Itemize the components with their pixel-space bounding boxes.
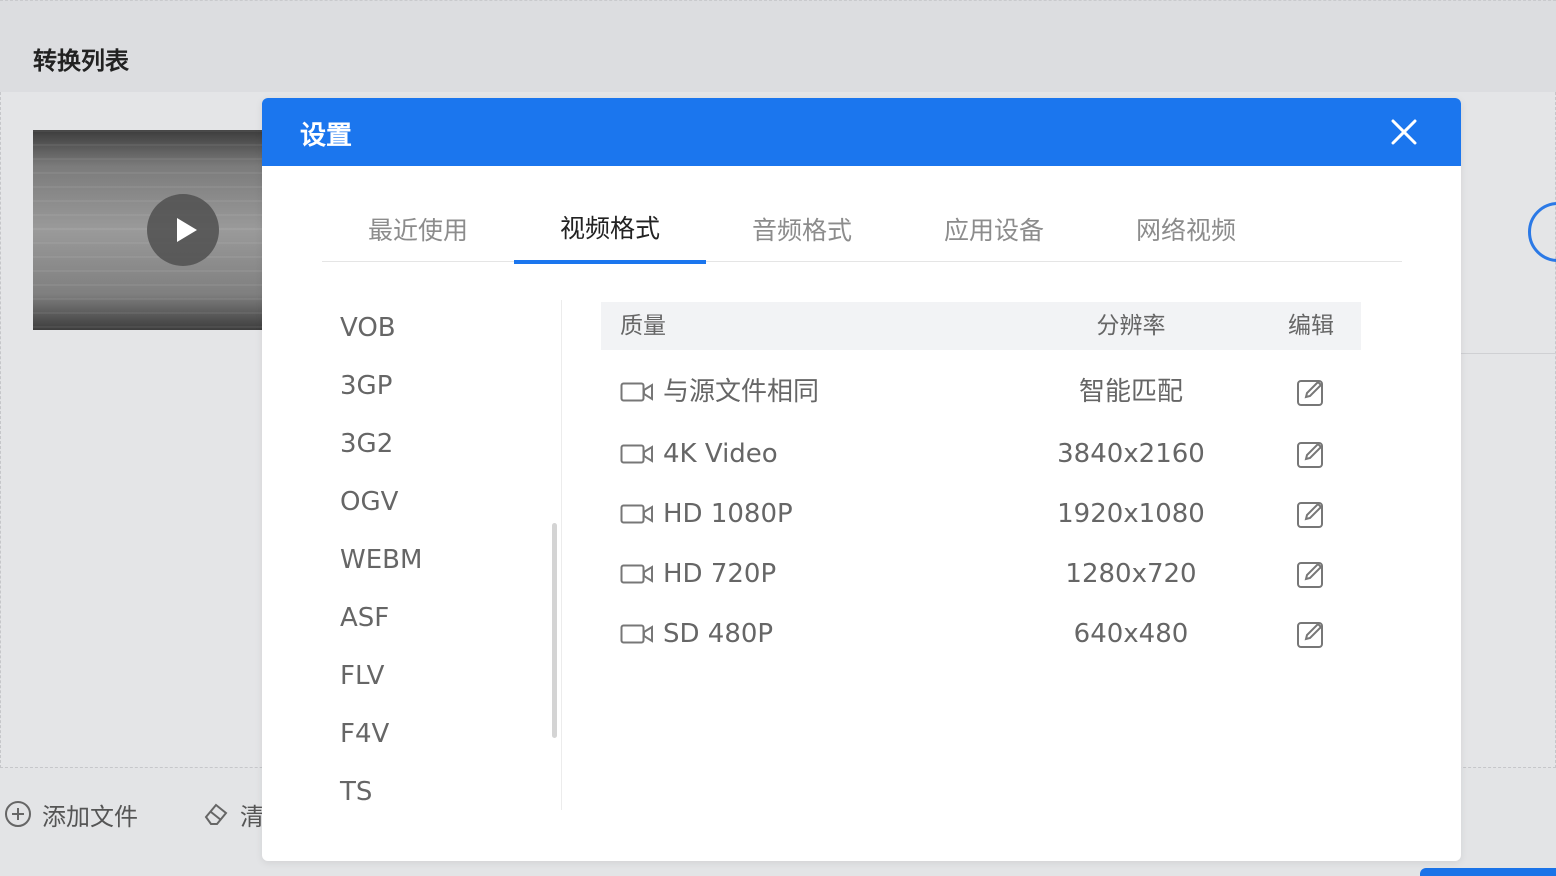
- format-item-ts[interactable]: TS: [340, 772, 372, 812]
- edit-icon[interactable]: [1296, 377, 1326, 407]
- app-header: 转换列表: [0, 0, 1556, 92]
- edit-icon[interactable]: [1296, 499, 1326, 529]
- video-camera-icon: [620, 444, 653, 464]
- quality-name: 4K Video: [663, 439, 778, 469]
- format-item-flv[interactable]: FLV: [340, 656, 384, 696]
- settings-dialog: 设置 最近使用 视频格式 音频格式 应用设备 网络视频 VOB 3GP 3G2 …: [262, 98, 1461, 861]
- dialog-title: 设置: [300, 121, 353, 151]
- video-camera-icon: [620, 624, 653, 644]
- quality-resolution: 1920x1080: [1057, 499, 1205, 529]
- dialog-header: 设置: [262, 98, 1461, 166]
- edit-icon[interactable]: [1296, 619, 1326, 649]
- header-resolution: 分辨率: [1096, 313, 1166, 339]
- close-icon: [1391, 119, 1417, 145]
- eraser-icon: [204, 803, 228, 825]
- tab-devices[interactable]: 应用设备: [898, 206, 1090, 262]
- clear-list-button[interactable]: 清: [202, 796, 264, 832]
- header-quality: 质量: [620, 313, 666, 339]
- format-item-3g2[interactable]: 3G2: [340, 424, 393, 464]
- quality-row[interactable]: HD 1080P 1920x1080: [601, 484, 1361, 544]
- format-item-f4v[interactable]: F4V: [340, 714, 389, 754]
- format-item-vob[interactable]: VOB: [340, 308, 396, 348]
- quality-row[interactable]: HD 720P 1280x720: [601, 544, 1361, 604]
- video-camera-icon: [620, 504, 653, 524]
- format-item-asf[interactable]: ASF: [340, 598, 389, 638]
- plus-circle-icon: [5, 801, 31, 827]
- tab-video-format[interactable]: 视频格式: [514, 206, 706, 264]
- video-thumbnail[interactable]: [33, 130, 273, 330]
- list-divider: [1460, 353, 1556, 354]
- app-title: 转换列表: [33, 47, 129, 75]
- quality-resolution: 智能匹配: [1078, 377, 1183, 407]
- edit-icon[interactable]: [1296, 439, 1326, 469]
- format-item-ogv[interactable]: OGV: [340, 482, 398, 522]
- quality-name: 与源文件相同: [663, 377, 820, 407]
- tab-audio-format[interactable]: 音频格式: [706, 206, 898, 262]
- quality-row[interactable]: SD 480P 640x480: [601, 604, 1361, 664]
- format-item-3gp[interactable]: 3GP: [340, 366, 392, 406]
- header-edit: 编辑: [1288, 313, 1334, 339]
- edit-icon[interactable]: [1296, 559, 1326, 589]
- quality-resolution: 640x480: [1073, 619, 1189, 649]
- quality-name: HD 720P: [663, 559, 777, 589]
- convert-button-edge[interactable]: [1420, 868, 1556, 876]
- play-button[interactable]: [147, 194, 219, 266]
- video-camera-icon: [620, 564, 653, 584]
- add-file-button[interactable]: 添加文件: [4, 796, 138, 832]
- table-header: 质量 分辨率 编辑: [601, 302, 1361, 350]
- format-item-webm[interactable]: WEBM: [340, 540, 422, 580]
- video-camera-icon: [620, 382, 653, 402]
- quality-resolution: 1280x720: [1065, 559, 1197, 589]
- format-list-scrollbar[interactable]: [552, 523, 557, 738]
- format-tabs: 最近使用 视频格式 音频格式 应用设备 网络视频: [322, 206, 1402, 264]
- quality-row[interactable]: 4K Video 3840x2160: [601, 424, 1361, 484]
- tab-web-video[interactable]: 网络视频: [1090, 206, 1282, 262]
- play-icon: [177, 218, 197, 242]
- quality-row[interactable]: 与源文件相同 智能匹配: [601, 362, 1361, 422]
- clear-label: 清: [240, 802, 264, 831]
- quality-name: SD 480P: [663, 619, 774, 649]
- quality-name: HD 1080P: [663, 499, 793, 529]
- format-list: VOB 3GP 3G2 OGV WEBM ASF FLV F4V TS: [322, 300, 562, 810]
- quality-resolution: 3840x2160: [1057, 439, 1205, 469]
- tab-recent[interactable]: 最近使用: [322, 206, 514, 262]
- close-button[interactable]: [1388, 116, 1420, 148]
- add-file-label: 添加文件: [42, 802, 138, 831]
